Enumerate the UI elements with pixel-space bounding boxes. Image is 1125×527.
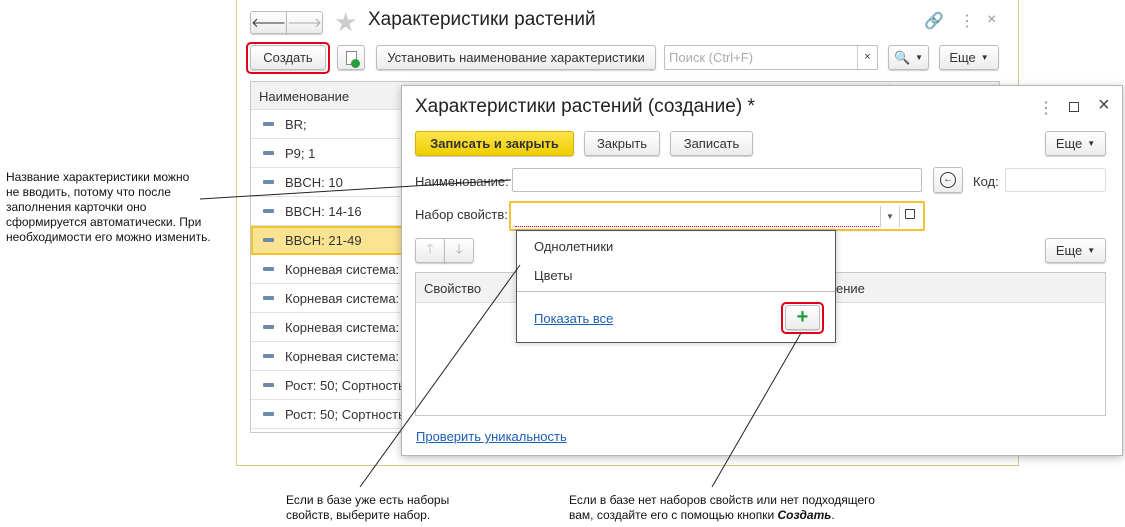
name-annotation: Название характеристики можно не вводить,…: [6, 170, 211, 244]
create-annotation: Если в базе нет наборов свойств или нет …: [569, 493, 875, 522]
annotation-lines: [199, 179, 802, 488]
select-annotation: Если в базе уже есть наборы свойств, выбе…: [286, 493, 450, 522]
name-callout-line: [199, 179, 512, 200]
create-callout-line: [711, 332, 802, 488]
select-callout-line: [359, 264, 521, 488]
